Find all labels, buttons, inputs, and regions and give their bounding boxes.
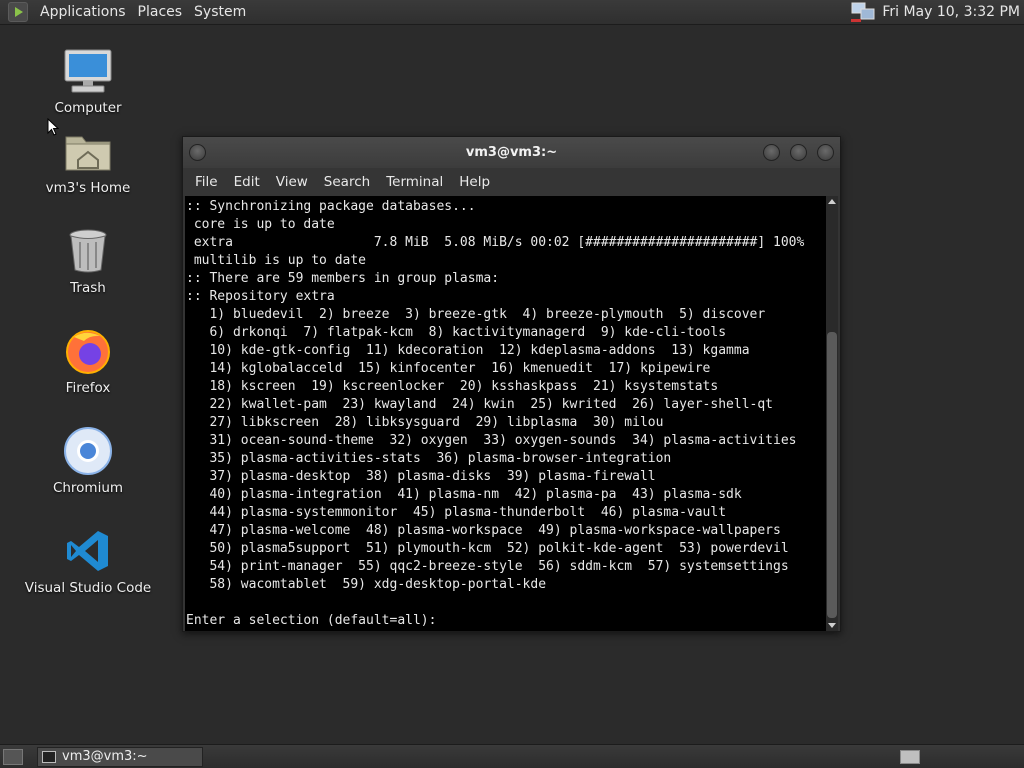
terminal-line: 10) kde-gtk-config 11) kdecoration 12) k…	[186, 343, 750, 358]
terminal-line: 14) kglobalacceld 15) kinfocenter 16) km…	[186, 361, 711, 376]
show-desktop-icon[interactable]	[3, 748, 23, 765]
menu-terminal[interactable]: Terminal	[378, 174, 451, 190]
bottom-panel: vm3@vm3:~	[0, 744, 1024, 768]
scrollbar-thumb[interactable]	[827, 332, 837, 618]
terminal-menubar: File Edit View Search Terminal Help	[183, 168, 840, 196]
mouse-cursor-icon	[47, 118, 59, 136]
terminal-line: 31) ocean-sound-theme 32) oxygen 33) oxy…	[186, 433, 797, 448]
terminal-line: multilib is up to date	[186, 253, 367, 268]
terminal-icon	[42, 750, 56, 763]
applications-menu[interactable]: Applications	[34, 0, 132, 25]
terminal-line: 18) kscreen 19) kscreenlocker 20) ksshas…	[186, 379, 719, 394]
terminal-line: 47) plasma-welcome 48) plasma-workspace …	[186, 523, 781, 538]
terminal-line: 40) plasma-integration 41) plasma-nm 42)…	[186, 487, 742, 502]
desktop-icon-label: Visual Studio Code	[24, 580, 152, 596]
terminal-line: 44) plasma-systemmonitor 45) plasma-thun…	[186, 505, 727, 520]
terminal-line: Enter a selection (default=all):	[186, 613, 445, 628]
terminal-lines: :: Synchronizing package databases... co…	[185, 196, 826, 630]
menu-search[interactable]: Search	[316, 174, 378, 190]
desktop-icon-chromium[interactable]: Chromium	[18, 424, 158, 496]
terminal-line: :: Repository extra	[186, 289, 335, 304]
scroll-down-arrow-icon[interactable]	[828, 623, 836, 628]
taskbar-item-terminal[interactable]: vm3@vm3:~	[37, 746, 203, 767]
window-title: vm3@vm3:~	[465, 145, 558, 160]
terminal-line: 35) plasma-activities-stats 36) plasma-b…	[186, 451, 672, 466]
terminal-line: 50) plasma5support 51) plymouth-kcm 52) …	[186, 541, 789, 556]
trash-icon	[69, 229, 107, 273]
chromium-icon	[64, 427, 112, 475]
menu-help[interactable]: Help	[451, 174, 498, 190]
terminal-line: 27) libkscreen 28) libksysguard 29) libp…	[186, 415, 664, 430]
desktop-icon-label: vm3's Home	[45, 180, 131, 196]
desktop-icon-firefox[interactable]: Firefox	[18, 324, 158, 396]
system-menu[interactable]: System	[188, 0, 252, 25]
computer-icon	[64, 49, 112, 93]
top-panel: Applications Places System Fri May 10, 3…	[0, 0, 1024, 25]
desktop-icon-label: Chromium	[52, 480, 124, 496]
terminal-line: :: There are 59 members in group plasma:	[186, 271, 500, 286]
home-folder-icon	[65, 136, 111, 171]
terminal-line: 58) wacomtablet 59) xdg-desktop-portal-k…	[186, 577, 547, 592]
taskbar-item-label: vm3@vm3:~	[62, 749, 148, 764]
minimize-button[interactable]	[763, 144, 780, 161]
terminal-window[interactable]: vm3@vm3:~ File Edit View Search Terminal…	[182, 136, 841, 632]
vscode-icon	[67, 531, 108, 571]
desktop-icon-label: Firefox	[65, 380, 111, 396]
network-icon[interactable]	[850, 1, 876, 23]
desktop-icon-label: Trash	[70, 280, 106, 296]
maximize-button[interactable]	[790, 144, 807, 161]
terminal-line: 54) print-manager 55) qqc2-breeze-style …	[186, 559, 789, 574]
terminal-line: 22) kwallet-pam 23) kwayland 24) kwin 25…	[186, 397, 773, 412]
window-titlebar[interactable]: vm3@vm3:~	[183, 137, 840, 168]
window-menu-button[interactable]	[189, 144, 206, 161]
desktop-icon-label: Computer	[54, 100, 122, 116]
terminal-line: 1) bluedevil 2) breeze 3) breeze-gtk 4) …	[186, 307, 766, 322]
terminal-line: 37) plasma-desktop 38) plasma-disks 39) …	[186, 469, 656, 484]
firefox-icon	[66, 330, 110, 374]
menu-file[interactable]: File	[187, 174, 226, 190]
menu-edit[interactable]: Edit	[226, 174, 268, 190]
terminal-line: extra 7.8 MiB 5.08 MiB/s 00:02 [########…	[186, 235, 805, 250]
menu-view[interactable]: View	[268, 174, 316, 190]
terminal-line: 6) drkonqi 7) flatpak-kcm 8) kactivityma…	[186, 325, 727, 340]
close-button[interactable]	[817, 144, 834, 161]
terminal-output[interactable]: :: Synchronizing package databases... co…	[185, 196, 826, 631]
desktop-icon-trash[interactable]: Trash	[18, 224, 158, 296]
desktop-icon-home[interactable]: vm3's Home	[18, 124, 158, 196]
desktop-icon-computer[interactable]: Computer	[18, 44, 158, 116]
clock[interactable]: Fri May 10, 3:32 PM	[882, 4, 1020, 20]
places-menu[interactable]: Places	[132, 0, 189, 25]
scroll-up-arrow-icon[interactable]	[828, 199, 836, 204]
terminal-line: core is up to date	[186, 217, 335, 232]
terminal-scrollbar[interactable]	[826, 196, 838, 631]
desktop-icon-vscode[interactable]: Visual Studio Code	[18, 524, 158, 596]
workspace-switcher[interactable]	[900, 749, 920, 764]
panel-tray: Fri May 10, 3:32 PM	[850, 0, 1024, 25]
distro-logo-icon[interactable]	[8, 2, 28, 22]
terminal-line: :: Synchronizing package databases...	[186, 199, 476, 214]
